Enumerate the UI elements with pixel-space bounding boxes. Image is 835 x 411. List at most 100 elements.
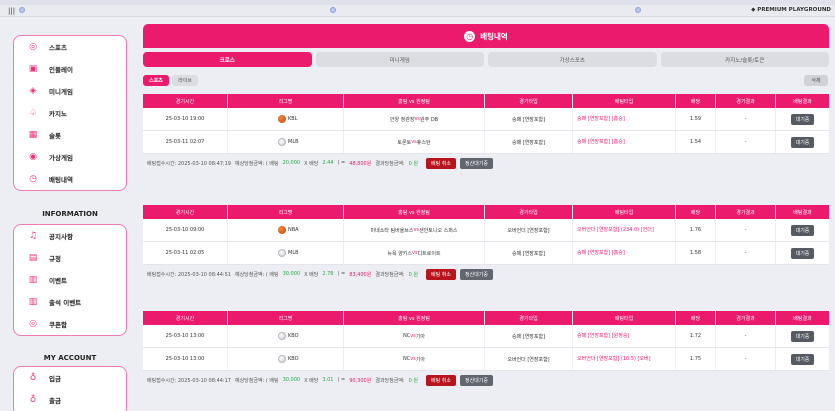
- table-header: 경기시간 리그명 홈팀 vs 원정팀 경기타입 배팅타입 배당 경기결과 배팅결과: [143, 94, 829, 108]
- game-type: 승패 [연장포함]: [485, 325, 573, 347]
- hamburger-icon[interactable]: |||: [8, 7, 15, 15]
- status-badge: 대기중: [790, 113, 815, 125]
- bet-time: 배팅접수시간: 2025-03-10 08:44:51: [147, 271, 231, 278]
- match-result: -: [716, 348, 776, 370]
- bet-history-icon: ◷: [29, 174, 37, 184]
- bet-pick-cell: 승패 [연장포함] [홈승]: [573, 108, 676, 130]
- bet-pick: 오버언더 [연장포함] (234.0) [언더]: [577, 226, 654, 233]
- bet-pick-cell: 오버언더 [연장포함] (234.0) [언더]: [573, 219, 676, 241]
- cancel-bet-button[interactable]: 배팅 취소: [425, 268, 456, 280]
- baseball-icon: [278, 332, 286, 340]
- expected-win: 83,400원: [349, 271, 372, 278]
- minigame-icon: ◈: [29, 86, 37, 96]
- bet-pick: 승패 [연장포함] [원정승]: [577, 332, 630, 339]
- odds: 1.75: [676, 348, 716, 370]
- teams-cell: 토론토 vs 휴스턴: [344, 131, 485, 153]
- basketball-icon: [278, 226, 286, 234]
- match-time: 25-03-10 13:00: [143, 325, 228, 347]
- sidebar-item-info-3[interactable]: ▥ 출석 이벤트: [14, 291, 126, 313]
- table-row: 25-03-10 13:00 KBO NC vs 기아 승패 [연장포함] 승패 [연장포함…: [143, 325, 829, 348]
- bell-icon: ♫: [28, 231, 38, 241]
- league-cell: NBA: [228, 219, 344, 241]
- away-team: 휴스턴: [416, 139, 431, 146]
- sidebar-item-main-2[interactable]: ◈ 미니게임: [14, 80, 126, 102]
- sidebar-item-info-1[interactable]: ▤ 규정: [14, 247, 126, 269]
- cancel-bet-button[interactable]: 배팅 취소: [425, 374, 456, 386]
- sidebar-item-main-6[interactable]: ◷ 배팅내역: [14, 168, 126, 190]
- away-team: 기아: [415, 356, 425, 363]
- deposit-icon: ♁: [29, 373, 37, 383]
- bet-pick-cell: 승패 [연장포함] [홈승]: [573, 131, 676, 153]
- league-cell: KBL: [228, 108, 344, 130]
- baseball-icon: [278, 138, 286, 146]
- status-cell: 대기중: [776, 108, 829, 130]
- league-name: KBL: [288, 116, 298, 122]
- sidebar-item-main-3[interactable]: ♤ 카지노: [14, 102, 126, 124]
- header-col-teams: 홈팀 vs 원정팀: [344, 94, 485, 108]
- result-label: 결과당첨금액:: [375, 271, 405, 278]
- odds: 1.59: [676, 108, 716, 130]
- header-col-type: 경기타입: [485, 311, 573, 325]
- slot-icon: ▦: [28, 130, 38, 140]
- withdraw-icon: ♁: [29, 395, 37, 405]
- bet-pick: 승패 [연장포함] [홈승]: [577, 249, 625, 256]
- sidebar-item-main-5[interactable]: ◉ 가상게임: [14, 146, 126, 168]
- header-col-type: 경기타입: [485, 94, 573, 108]
- bet-summary: 배팅접수시간: 2025-03-10 08:44:51 예상당첨금액: ( 배팅 3…: [143, 265, 829, 283]
- header-col-league: 리그명: [228, 94, 344, 108]
- status-cell: 대기중: [776, 325, 829, 347]
- sidebar-item-main-4[interactable]: ▦ 슬롯: [14, 124, 126, 146]
- sidebar-item-main-0[interactable]: ◎ 스포츠: [14, 36, 126, 58]
- sidebar-item-info-0[interactable]: ♫ 공지사항: [14, 225, 126, 247]
- table-row: 25-03-11 02:05 MLB 뉴욕 양키스 vs 디트로이트 승패 [연장포함] 승…: [143, 242, 829, 265]
- league-cell: MLB: [228, 131, 344, 153]
- odds: 1.54: [676, 131, 716, 153]
- home-team: 토론토: [397, 139, 412, 146]
- game-type: 승패 [연장포함]: [485, 108, 573, 130]
- sidebar-item-info-2[interactable]: ▥ 이벤트: [14, 269, 126, 291]
- match-result: -: [716, 219, 776, 241]
- header-col-result: 경기결과: [716, 94, 776, 108]
- total-odds: 2.44: [322, 160, 334, 166]
- result-amount: 0 원: [408, 160, 418, 167]
- sidebar-item-account-0[interactable]: ♁ 입금: [14, 367, 126, 389]
- header-col-league: 리그명: [228, 311, 344, 325]
- equals-label: ) =: [337, 160, 346, 166]
- status-cell: 대기중: [776, 219, 829, 241]
- inplay-icon: ▣: [28, 64, 38, 74]
- status-badge: 대기중: [790, 353, 815, 365]
- header-col-type: 경기타입: [485, 205, 573, 219]
- header-col-status: 배팅결과: [793, 315, 812, 322]
- sidebar-item-main-1[interactable]: ▣ 인플레이: [14, 58, 126, 80]
- stake-amount: 20,000: [282, 160, 301, 166]
- header-col-league: 리그명: [228, 205, 344, 219]
- bet-pick: 오버언더 [연장포함] (10.5) [오버]: [577, 355, 651, 362]
- header-col-odds: 배당: [676, 311, 716, 325]
- bet-time: 배팅접수시간: 2025-03-10 08:47:19: [147, 160, 231, 167]
- header-col-pick: 배팅타입: [573, 94, 676, 108]
- result-amount: 0 원: [408, 377, 418, 384]
- league-name: NBA: [288, 227, 299, 233]
- sidebar-item-info-4[interactable]: ◎ 쿠폰함: [14, 313, 126, 335]
- header-col-status: 배팅결과: [793, 98, 812, 105]
- gift-icon: ▥: [28, 297, 38, 307]
- equals-label: ) =: [337, 271, 346, 277]
- home-team: NC: [402, 356, 411, 362]
- sidebar-item-label: 스포츠: [49, 44, 67, 52]
- cancel-bet-button[interactable]: 배팅 취소: [425, 157, 456, 169]
- bet-summary: 배팅접수시간: 2025-03-10 08:44:17 예상당첨금액: ( 배팅 3…: [143, 371, 829, 389]
- table-row: 25-03-10 13:00 KBO NC vs 기아 오버언더 [연장포함] 오버언더 […: [143, 348, 829, 371]
- home-team: 미네소타 팀버울브스: [370, 227, 414, 234]
- settle-pending-badge: 정산대기중: [459, 268, 493, 280]
- teams-cell: 안양 정관장 vs 원주 DB: [344, 108, 485, 130]
- teams-cell: NC vs 기아: [344, 348, 485, 370]
- sidebar-item-account-1[interactable]: ♁ 출금: [14, 389, 126, 411]
- header-col-status: 배팅결과: [793, 209, 812, 216]
- table-row: 25-03-10 19:00 KBL 안양 정관장 vs 원주 DB 승패 [연장포함] 승…: [143, 108, 829, 131]
- casino-icon: ♤: [28, 108, 38, 118]
- home-team: NC: [402, 333, 411, 339]
- home-team: 안양 정관장: [389, 116, 415, 123]
- my-account-title: MY ACCOUNT: [43, 354, 97, 362]
- status-badge: 대기중: [790, 330, 815, 342]
- sidebar-item-label: 공지사항: [49, 233, 73, 241]
